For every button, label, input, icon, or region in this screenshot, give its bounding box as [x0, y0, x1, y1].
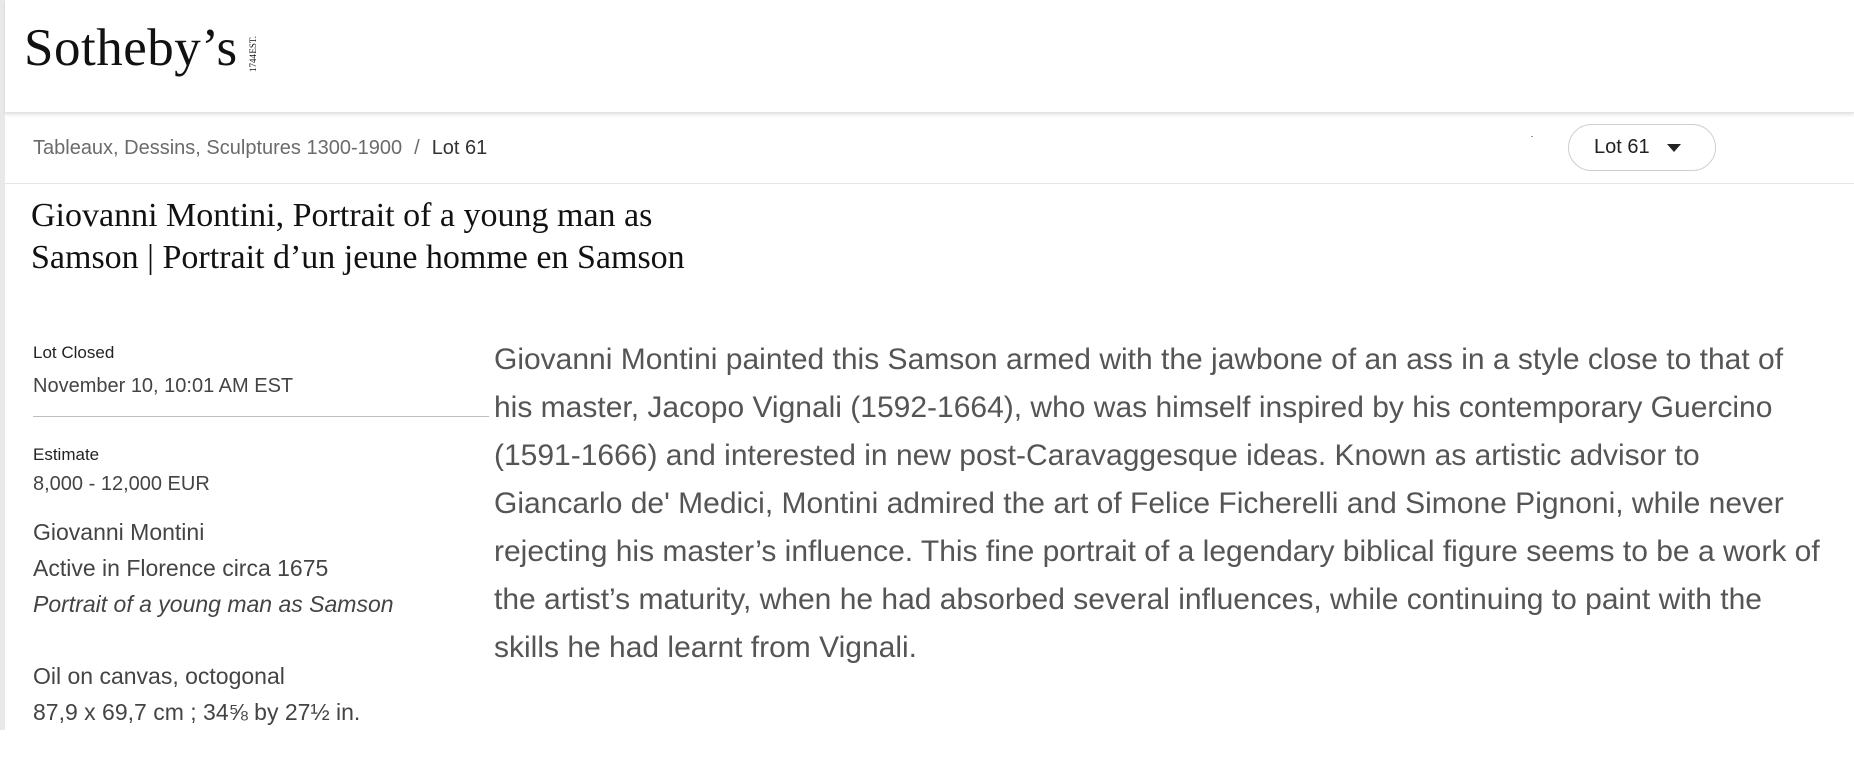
logo-est-label: EST.: [247, 36, 258, 54]
sothebys-logo[interactable]: Sotheby’s EST. 1744: [24, 18, 258, 78]
logo-wordmark: Sotheby’s: [24, 19, 238, 77]
artist-note: Active in Florence circa 1675: [33, 555, 329, 581]
estimate-value: 8,000 - 12,000 EUR: [33, 473, 210, 495]
lot-selector-dropdown[interactable]: Lot 61: [1568, 124, 1716, 171]
catalogue-essay: Giovanni Montini painted this Samson arm…: [494, 343, 1820, 664]
site-header: Sotheby’s EST. 1744: [5, 0, 1854, 113]
medium: Oil on canvas, octogonal: [33, 663, 285, 689]
work-title: Portrait of a young man as Samson: [33, 591, 394, 617]
lot-title: Giovanni Montini, Portrait of a young ma…: [31, 197, 685, 276]
artist-name: Giovanni Montini: [33, 519, 205, 545]
breadcrumb-current-lot: Lot 61: [431, 137, 488, 159]
lot-selector-value: Lot 61: [1594, 136, 1650, 158]
divider: [33, 416, 489, 417]
estimate-label: Estimate: [33, 445, 100, 464]
decorative-dot: [1531, 136, 1533, 137]
breadcrumb: Tableaux, Dessins, Sculptures 1300-1900 …: [33, 137, 487, 160]
page-bottom-blank: [0, 730, 1854, 783]
details-spacer: [33, 622, 394, 658]
breadcrumb-bar: Tableaux, Dessins, Sculptures 1300-1900 …: [5, 113, 1854, 184]
breadcrumb-sale-link[interactable]: Tableaux, Dessins, Sculptures 1300-1900: [33, 137, 402, 160]
breadcrumb-separator: /: [414, 137, 420, 159]
lot-status-label: Lot Closed: [33, 343, 115, 362]
logo-established-mark: EST. 1744: [248, 36, 258, 72]
lot-closed-time: November 10, 10:01 AM EST: [33, 375, 294, 397]
caret-down-icon: [1666, 143, 1681, 152]
lot-catalogue-details: Giovanni Montini Active in Florence circ…: [33, 514, 394, 730]
logo-est-year: 1744: [247, 53, 258, 72]
dimensions: 87,9 x 69,7 cm ; 34⅝ by 27½ in.: [33, 699, 361, 725]
